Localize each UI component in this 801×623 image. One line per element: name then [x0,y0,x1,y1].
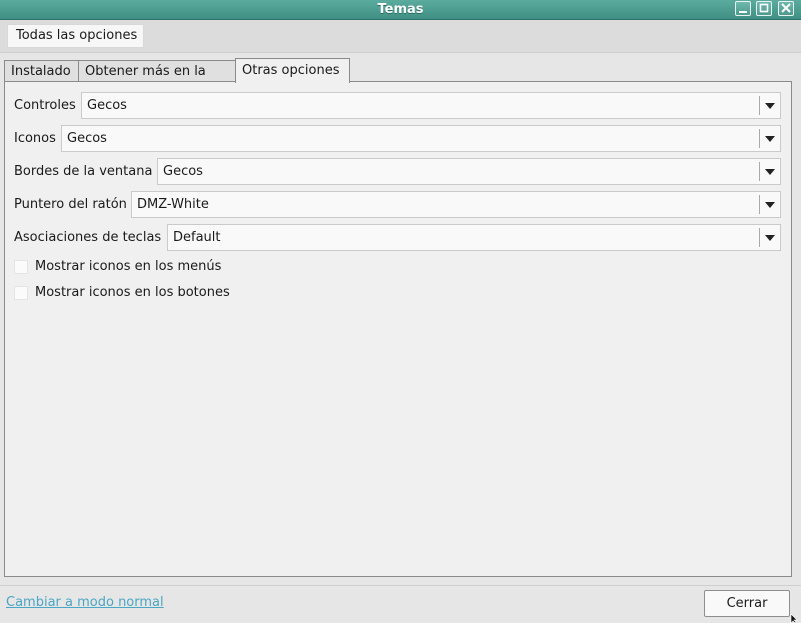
tab-otras-opciones[interactable]: Otras opciones [235,58,350,83]
dropdown-arrow-icon [765,169,775,175]
all-options-button[interactable]: Todas las opciones [7,24,144,48]
teclas-combo[interactable]: Default [167,224,781,251]
tab-instalado[interactable]: Instalado [4,60,79,82]
controles-label: Controles [14,98,76,113]
teclas-value: Default [173,230,221,245]
dropdown-arrow-icon [765,235,775,241]
button-icons-label: Mostrar iconos en los botones [35,285,230,300]
bordes-value: Gecos [163,164,203,179]
combo-separator [759,195,760,214]
combo-separator [759,129,760,148]
close-icon [781,3,791,13]
maximize-button[interactable] [756,1,772,16]
close-window-button[interactable] [778,1,794,16]
puntero-combo[interactable]: DMZ-White [131,191,781,218]
combo-separator [759,162,760,181]
bordes-combo[interactable]: Gecos [157,158,781,185]
maximize-icon [759,3,769,13]
combo-separator [759,228,760,247]
controles-combo[interactable]: Gecos [81,92,781,119]
bordes-label: Bordes de la ventana [14,164,153,179]
toolbar: Todas las opciones [0,20,801,53]
controles-value: Gecos [87,98,127,113]
tab-panel: Controles Gecos Iconos Gecos Bordes de l… [4,81,792,577]
button-icons-checkbox[interactable] [14,286,28,300]
dropdown-arrow-icon [765,202,775,208]
minimize-icon [739,11,747,13]
tab-obtener-mas[interactable]: Obtener más en la red [78,60,236,100]
window-title: Temas [377,2,424,17]
normal-mode-link[interactable]: Cambiar a modo normal [6,595,164,610]
menu-icons-checkbox[interactable] [14,260,28,274]
combo-separator [759,96,760,115]
iconos-label: Iconos [14,131,56,146]
minimize-button[interactable] [735,1,751,16]
puntero-label: Puntero del ratón [14,197,127,212]
close-button[interactable]: Cerrar [704,590,790,617]
menu-icons-label: Mostrar iconos en los menús [35,259,222,274]
teclas-label: Asociaciones de teclas [14,230,162,245]
title-bar: Temas [0,0,801,20]
puntero-value: DMZ-White [137,197,209,212]
iconos-value: Gecos [67,131,107,146]
mouse-pointer-icon [790,614,798,623]
dropdown-arrow-icon [765,136,775,142]
iconos-combo[interactable]: Gecos [61,125,781,152]
footer-divider [0,585,801,586]
dropdown-arrow-icon [765,103,775,109]
